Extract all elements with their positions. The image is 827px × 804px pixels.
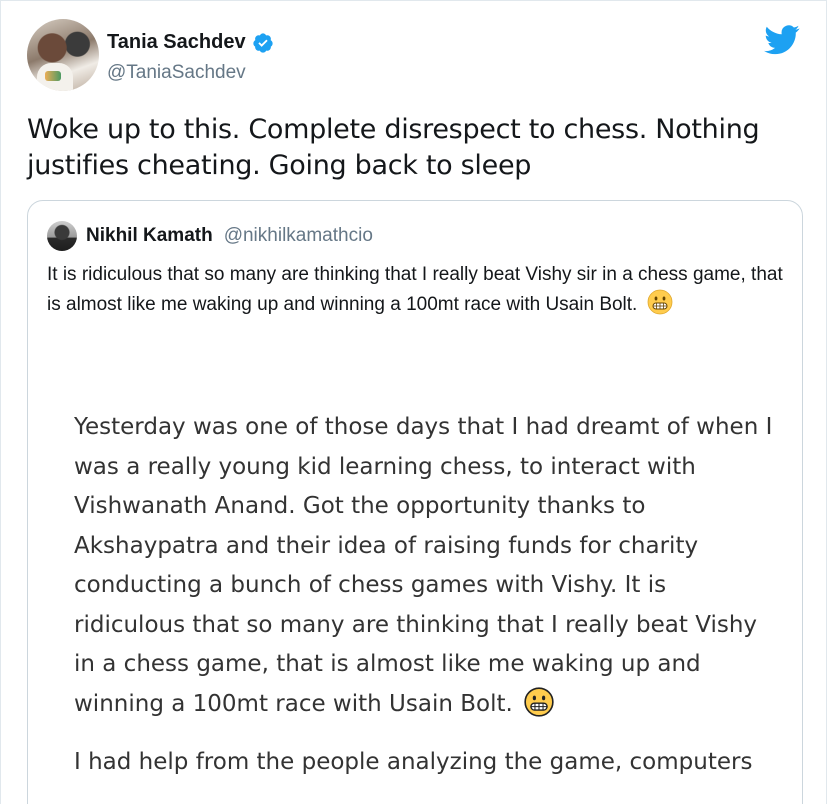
tweet-card: Tania Sachdev @TaniaSachdev Woke up to t… <box>0 0 827 804</box>
verified-badge-icon <box>252 32 273 53</box>
quoted-author-name: Nikhil Kamath <box>86 225 213 246</box>
image-paragraph-2: I had help from the people analyzing the… <box>74 749 753 775</box>
author-name-row: Tania Sachdev <box>107 31 274 54</box>
quoted-tweet-text-block: It is ridiculous that so many are thinki… <box>47 260 787 319</box>
tweet-text: Woke up to this. Complete disrespect to … <box>27 114 760 181</box>
quoted-tweet-image[interactable]: Yesterday was one of those days that I h… <box>28 381 802 804</box>
author-handle[interactable]: @TaniaSachdev <box>107 62 246 84</box>
quoted-author-avatar <box>47 221 77 251</box>
twitter-bird-icon[interactable] <box>764 25 800 55</box>
image-paragraph-1: Yesterday was one of those days that I h… <box>74 408 774 724</box>
author-avatar[interactable] <box>27 19 99 91</box>
quoted-tweet[interactable]: Nikhil Kamath @nikhilkamathcio It is rid… <box>27 200 803 804</box>
author-display-name[interactable]: Tania Sachdev <box>107 31 246 54</box>
quoted-tweet-header: Nikhil Kamath @nikhilkamathcio <box>47 221 373 251</box>
grimacing-face-icon <box>647 289 673 315</box>
image-paragraph-1-text: Yesterday was one of those days that I h… <box>74 414 773 717</box>
quoted-author-handle: @nikhilkamathcio <box>223 225 373 246</box>
grimacing-face-icon <box>524 686 554 717</box>
